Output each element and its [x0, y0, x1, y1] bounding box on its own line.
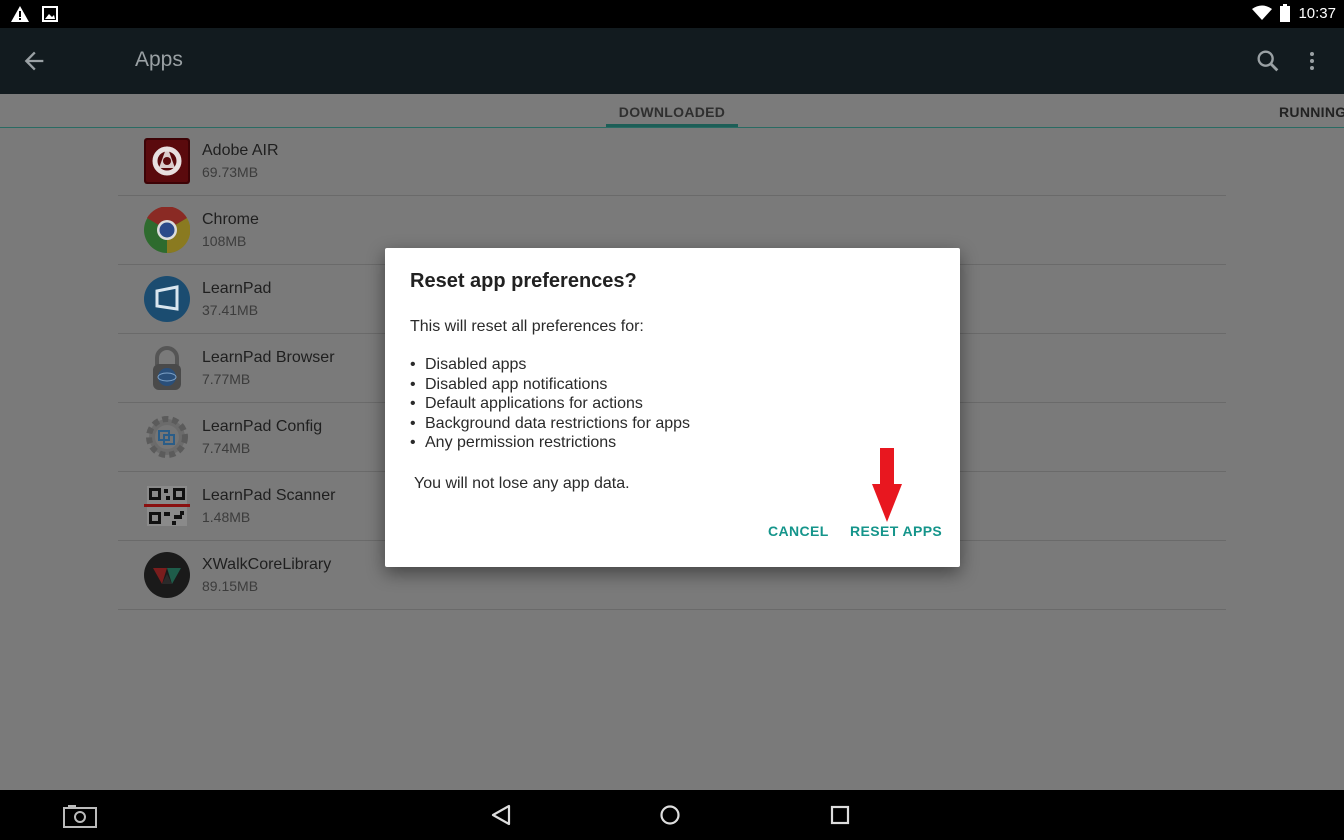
- list-item: Default applications for actions: [410, 394, 690, 414]
- search-icon[interactable]: [1254, 47, 1282, 75]
- screenshot-camera-icon[interactable]: [63, 804, 97, 828]
- app-size: 89.15MB: [202, 578, 259, 594]
- app-name: XWalkCoreLibrary: [202, 556, 332, 573]
- list-item: Background data restrictions for apps: [410, 414, 690, 434]
- dialog-title: Reset app preferences?: [410, 270, 637, 292]
- tab-bar: DOWNLOADED RUNNING: [0, 94, 1344, 128]
- list-item[interactable]: Adobe AIR 69.73MB: [118, 127, 1226, 196]
- app-name: LearnPad Scanner: [202, 487, 336, 504]
- app-bar: Apps: [0, 28, 1344, 94]
- app-size: 7.77MB: [202, 371, 251, 387]
- status-bar: 10:37: [0, 0, 1344, 28]
- dialog-note: You will not lose any app data.: [414, 475, 630, 492]
- preferences-list: Disabled apps Disabled app notifications…: [410, 355, 690, 453]
- more-vert-icon[interactable]: [1300, 47, 1324, 75]
- app-size: 7.74MB: [202, 440, 251, 456]
- reset-apps-button[interactable]: RESET APPS: [850, 523, 942, 539]
- recents-icon[interactable]: [828, 803, 852, 827]
- learnpad-icon: [144, 276, 190, 322]
- wifi-icon: [1252, 5, 1273, 20]
- app-name: Chrome: [202, 211, 259, 228]
- annotation-arrow-icon: [872, 448, 902, 522]
- app-size: 37.41MB: [202, 302, 259, 318]
- list-item: Disabled apps: [410, 355, 690, 375]
- app-size: 108MB: [202, 233, 247, 249]
- battery-icon: [1280, 4, 1291, 22]
- list-item: Any permission restrictions: [410, 433, 690, 453]
- app-name: Adobe AIR: [202, 142, 279, 159]
- xwalk-icon: [144, 552, 190, 598]
- page-title: Apps: [135, 48, 183, 71]
- app-name: LearnPad: [202, 280, 272, 297]
- app-name: LearnPad Config: [202, 418, 323, 435]
- cancel-button[interactable]: CANCEL: [768, 523, 829, 539]
- tab-downloaded[interactable]: DOWNLOADED: [606, 104, 738, 120]
- app-size: 1.48MB: [202, 509, 251, 525]
- dialog-intro: This will reset all preferences for:: [410, 318, 644, 335]
- chrome-icon: [144, 207, 190, 253]
- adobe-air-icon: [144, 138, 190, 184]
- image-icon: [42, 6, 58, 22]
- clock: 10:37: [1298, 4, 1336, 22]
- tab-running[interactable]: RUNNING: [1279, 104, 1344, 120]
- navigation-bar: [0, 790, 1344, 840]
- learnpad-scanner-icon: [144, 486, 190, 526]
- warning-icon: [11, 6, 29, 22]
- back-icon[interactable]: [489, 803, 513, 827]
- learnpad-browser-icon: [153, 346, 181, 390]
- list-item: Disabled app notifications: [410, 375, 690, 395]
- back-arrow-icon[interactable]: [20, 47, 48, 75]
- app-name: LearnPad Browser: [202, 349, 335, 366]
- home-icon[interactable]: [658, 803, 682, 827]
- learnpad-config-icon: [146, 416, 188, 458]
- app-size: 69.73MB: [202, 164, 259, 180]
